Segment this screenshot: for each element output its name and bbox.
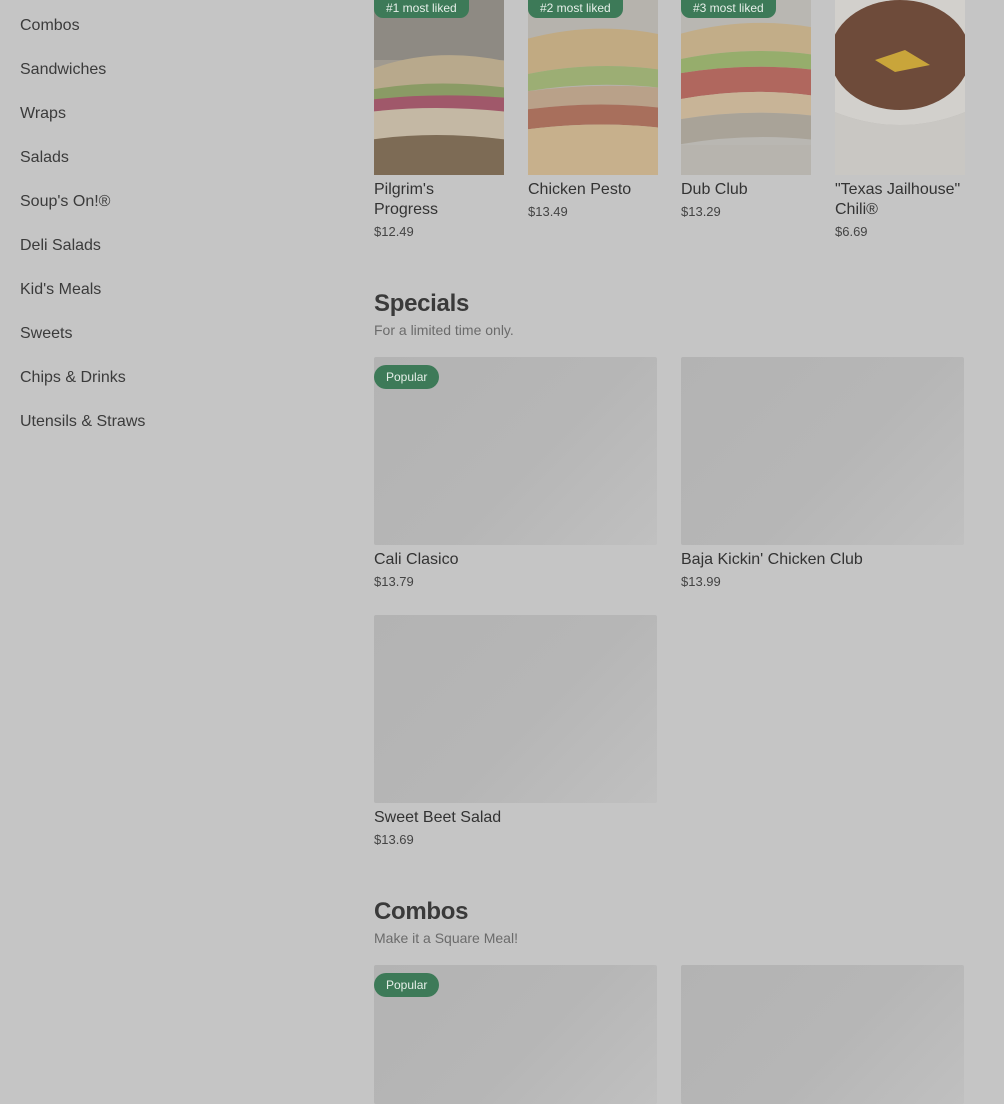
sidebar-item-deli-salads[interactable]: Deli Salads (20, 236, 101, 256)
sidebar-item-wraps[interactable]: Wraps (20, 104, 66, 124)
menu-item-image-placeholder (681, 965, 964, 1104)
menu-item-card[interactable]: Popular (374, 965, 657, 1104)
menu-item-name-line1: "Texas Jailhouse" (835, 181, 961, 198)
menu-item-price: $13.99 (681, 574, 721, 589)
menu-item-image: #3 most liked (681, 0, 811, 175)
menu-item-name: Cali Clasico (374, 551, 459, 568)
menu-item-card[interactable]: #1 most liked Pilgrim's Progress $12.49 (374, 0, 504, 240)
menu-item-name-line2: Chili® (835, 201, 878, 218)
menu-item-name-line1: Dub Club (681, 181, 748, 198)
section-title-specials: Specials (374, 290, 469, 317)
menu-item-price: $6.69 (835, 224, 868, 239)
menu-item-card[interactable]: Popular Cali Clasico $13.79 (374, 357, 657, 590)
menu-item-image-placeholder: Popular (374, 965, 657, 1104)
menu-item-image (835, 0, 965, 175)
menu-item-card[interactable]: #2 most liked Chicken Pesto $13.49 (528, 0, 658, 220)
sidebar-item-kids-meals[interactable]: Kid's Meals (20, 280, 101, 300)
menu-item-name: Dub Club (681, 180, 811, 200)
menu-item-card[interactable]: Sweet Beet Salad $13.69 (374, 615, 657, 848)
menu-item-price: $12.49 (374, 224, 414, 239)
menu-item-name: Baja Kickin' Chicken Club (681, 551, 863, 568)
menu-item-card[interactable] (681, 965, 964, 1104)
sidebar-item-sweets[interactable]: Sweets (20, 324, 72, 344)
menu-item-price: $13.69 (374, 832, 414, 847)
menu-item-name: Chicken Pesto (528, 180, 658, 200)
most-liked-badge: #3 most liked (681, 0, 776, 18)
sidebar-item-chips-drinks[interactable]: Chips & Drinks (20, 368, 126, 388)
menu-item-name: "Texas Jailhouse" Chili® (835, 180, 965, 220)
menu-item-name-line2: Progress (374, 201, 439, 218)
menu-item-price: $13.49 (528, 204, 568, 219)
popular-badge: Popular (374, 365, 440, 389)
sidebar-item-sandwiches[interactable]: Sandwiches (20, 60, 106, 80)
menu-item-image-placeholder (681, 357, 964, 545)
sidebar-item-salads[interactable]: Salads (20, 148, 69, 168)
menu-item-image-placeholder (374, 615, 657, 803)
most-liked-badge: #1 most liked (374, 0, 469, 18)
sidebar-item-soups[interactable]: Soup's On!® (20, 192, 110, 212)
menu-item-card[interactable]: Baja Kickin' Chicken Club $13.99 (681, 357, 964, 590)
menu-item-price: $13.29 (681, 204, 721, 219)
menu-item-name: Sweet Beet Salad (374, 809, 502, 826)
section-subtitle-specials: For a limited time only. (374, 322, 514, 338)
section-title-combos: Combos (374, 898, 469, 925)
menu-item-card[interactable]: #3 most liked Dub Club $13.29 (681, 0, 811, 220)
menu-item-name-line1: Pilgrim's (374, 181, 434, 198)
menu-item-price: $13.79 (374, 574, 414, 589)
menu-item-image: #1 most liked (374, 0, 504, 175)
sidebar-item-utensils-straws[interactable]: Utensils & Straws (20, 412, 145, 432)
menu-item-name-line1: Chicken Pesto (528, 181, 632, 198)
section-subtitle-combos: Make it a Square Meal! (374, 930, 518, 946)
menu-item-image-placeholder: Popular (374, 357, 657, 545)
menu-item-card[interactable]: "Texas Jailhouse" Chili® $6.69 (835, 0, 965, 240)
menu-item-name: Pilgrim's Progress (374, 180, 504, 220)
popular-badge: Popular (374, 973, 440, 997)
menu-item-image: #2 most liked (528, 0, 658, 175)
sidebar-item-combos[interactable]: Combos (20, 16, 80, 36)
most-liked-badge: #2 most liked (528, 0, 623, 18)
